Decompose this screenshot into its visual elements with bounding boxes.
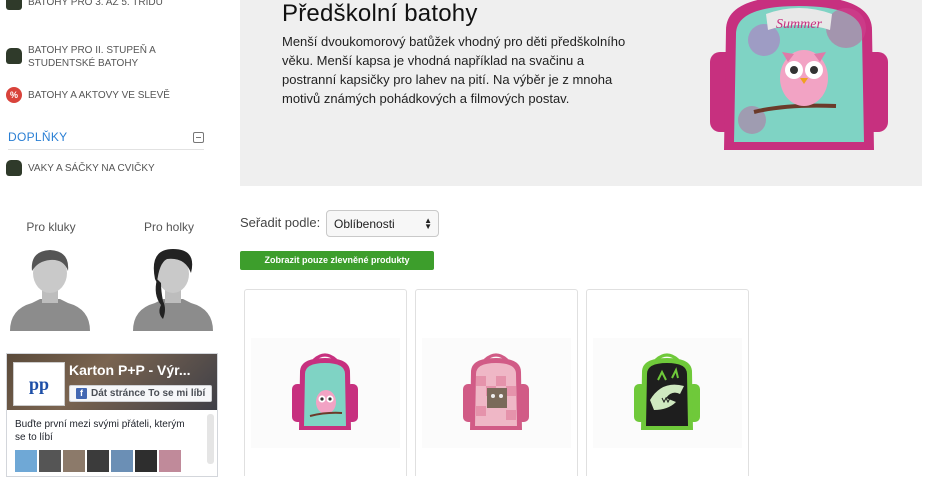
facebook-f-icon: f bbox=[76, 388, 87, 399]
facebook-cover: pp Karton P+P - Výr... f Dát stránce To … bbox=[7, 354, 217, 410]
category-link-grade-3-5[interactable]: BATOHY PRO 3. AŽ 5. TŘÍDU bbox=[6, 0, 163, 10]
fan-avatar[interactable] bbox=[63, 450, 85, 472]
product-card[interactable] bbox=[415, 289, 578, 476]
category-description: Menší dvoukomorový batůžek vhodný pro dě… bbox=[282, 34, 626, 106]
page-title: Předškolní batohy bbox=[282, 0, 478, 27]
select-arrows-icon: ▲ ▼ bbox=[424, 216, 432, 231]
facebook-like-box: pp Karton P+P - Výr... f Dát stránce To … bbox=[6, 353, 218, 477]
fan-avatar[interactable] bbox=[15, 450, 37, 472]
product-card[interactable] bbox=[586, 289, 749, 476]
facebook-like-label: Dát stránce To se mi líbí bbox=[91, 388, 206, 399]
sort-label: Seřadit podle: bbox=[240, 215, 321, 230]
facebook-fans bbox=[15, 450, 181, 472]
category-link-sale[interactable]: % BATOHY A AKTOVY VE SLEVĚ bbox=[6, 87, 170, 103]
cat-backpack-image[interactable] bbox=[461, 350, 531, 434]
category-label: BATOHY PRO 3. AŽ 5. TŘÍDU bbox=[28, 0, 163, 8]
gender-girls-label[interactable]: Pro holky bbox=[124, 220, 214, 234]
fan-avatar[interactable] bbox=[87, 450, 109, 472]
facebook-prompt: Buďte první mezi svými přáteli, kterým s… bbox=[15, 419, 185, 443]
sort-select[interactable]: Oblíbenosti ▲ ▼ bbox=[326, 210, 439, 237]
product-card[interactable] bbox=[244, 289, 407, 476]
facebook-page-logo[interactable]: pp bbox=[13, 362, 65, 406]
facebook-scrollbar[interactable] bbox=[207, 414, 214, 464]
category-hero: Předškolní batohy Menší dvoukomorový bat… bbox=[240, 0, 922, 186]
show-discounted-button[interactable]: Zobrazit pouze zlevněné produkty bbox=[240, 251, 434, 270]
category-label: BATOHY PRO II. STUPEŇ A bbox=[28, 45, 156, 56]
bag-icon bbox=[6, 160, 22, 176]
addons-section-title: DOPLŇKY bbox=[8, 130, 68, 144]
facebook-like-button[interactable]: f Dát stránce To se mi líbí bbox=[69, 385, 213, 402]
dino-backpack-image[interactable] bbox=[632, 350, 702, 434]
hero-image-text: Summer bbox=[776, 17, 822, 32]
category-link-grade-2[interactable]: BATOHY PRO II. STUPEŇ A STUDENTSKÉ BATOH… bbox=[6, 44, 156, 70]
fan-avatar[interactable] bbox=[135, 450, 157, 472]
category-link-shoe-bags[interactable]: VAKY A SÁČKY NA CVIČKY bbox=[6, 160, 155, 176]
sale-percent-icon: % bbox=[6, 87, 22, 103]
fan-avatar[interactable] bbox=[39, 450, 61, 472]
gender-boys-label[interactable]: Pro kluky bbox=[6, 220, 96, 234]
category-label: VAKY A SÁČKY NA CVIČKY bbox=[28, 162, 155, 174]
boy-avatar-icon[interactable] bbox=[10, 243, 90, 331]
sort-selected-value: Oblíbenosti bbox=[334, 216, 395, 231]
fan-avatar[interactable] bbox=[159, 450, 181, 472]
girl-avatar-icon[interactable] bbox=[133, 243, 213, 331]
backpack-icon bbox=[6, 48, 22, 64]
hero-backpack-image: Summer bbox=[710, 0, 888, 150]
fan-avatar[interactable] bbox=[111, 450, 133, 472]
collapse-minus-icon[interactable] bbox=[193, 131, 204, 143]
category-label-line2: STUDENTSKÉ BATOHY bbox=[28, 58, 139, 69]
backpack-icon bbox=[6, 0, 22, 10]
facebook-page-name[interactable]: Karton P+P - Výr... bbox=[69, 362, 191, 378]
category-label: BATOHY A AKTOVY VE SLEVĚ bbox=[28, 89, 170, 101]
owl-backpack-image[interactable] bbox=[290, 350, 360, 434]
addons-section-header[interactable]: DOPLŇKY bbox=[8, 125, 204, 150]
sidebar: BATOHY PRO 3. AŽ 5. TŘÍDU BATOHY PRO II.… bbox=[0, 0, 220, 477]
